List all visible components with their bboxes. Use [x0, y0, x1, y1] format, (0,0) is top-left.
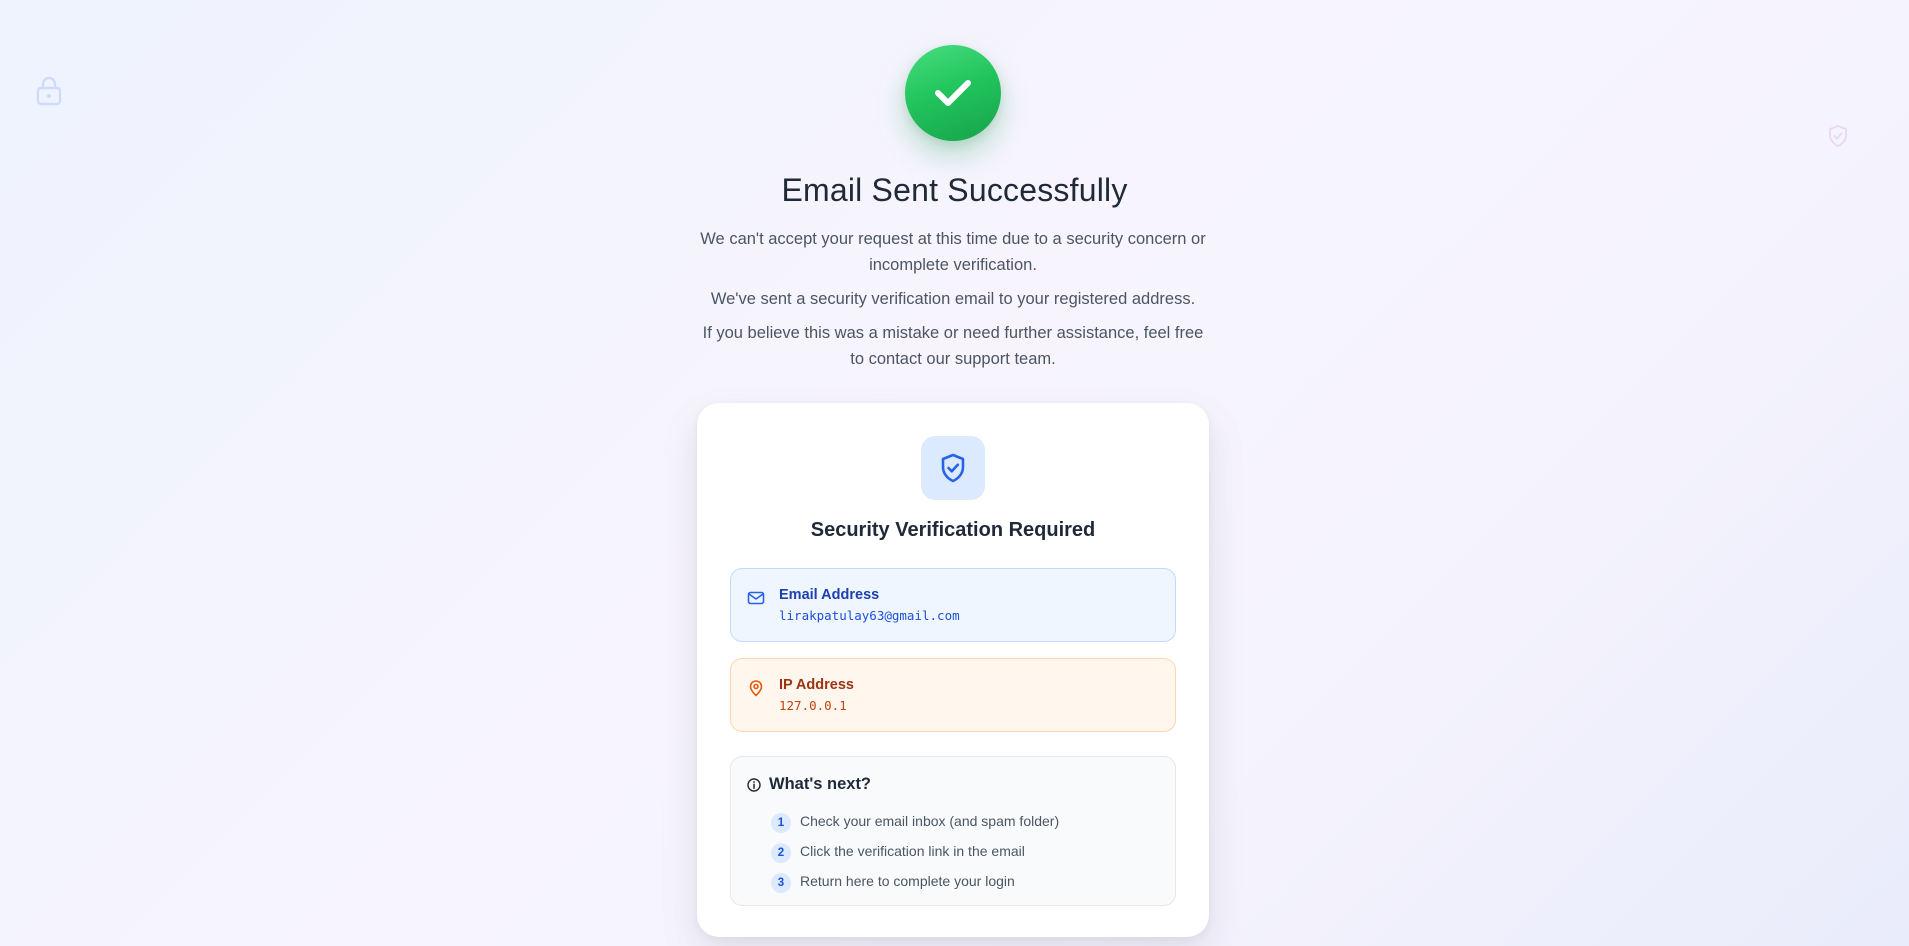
next-steps-title: What's next? [769, 775, 872, 793]
list-item: 1 Check your email inbox (and spam folde… [771, 806, 1059, 836]
mail-icon [747, 591, 765, 605]
next-steps-header: What's next? [747, 775, 871, 794]
email-info-box: Email Address lirakpatulay63@gmail.com [730, 568, 1176, 642]
email-label: Email Address [779, 587, 880, 603]
verification-card: Security Verification Required Email Add… [697, 403, 1209, 937]
check-icon [935, 80, 971, 106]
success-badge [905, 45, 1001, 141]
shield-check-icon [1829, 125, 1847, 147]
ip-info-box: IP Address 127.0.0.1 [730, 658, 1176, 732]
status-message: We can't accept your request at this tim… [700, 230, 1206, 274]
steps-list: 1 Check your email inbox (and spam folde… [771, 806, 1059, 896]
step-text: Check your email inbox (and spam folder) [800, 813, 1060, 829]
step-text: Return here to complete your login [800, 873, 1015, 889]
step-number: 1 [771, 812, 791, 833]
lock-icon [36, 76, 62, 106]
email-value: lirakpatulay63@gmail.com [779, 608, 960, 623]
ip-value: 127.0.0.1 [779, 698, 847, 713]
ip-label: IP Address [779, 677, 854, 693]
shield-check-icon [941, 453, 965, 483]
card-title: Security Verification Required [810, 519, 1096, 541]
page-title: Email Sent Successfully [781, 172, 1128, 208]
step-number: 2 [771, 842, 791, 863]
step-text: Click the verification link in the email [800, 843, 1025, 859]
next-steps-box: What's next? 1 Check your email inbox (a… [730, 756, 1176, 906]
shield-badge [921, 436, 985, 500]
step-number: 3 [771, 872, 791, 893]
support-message: If you believe this was a mistake or nee… [702, 324, 1204, 368]
info-icon [747, 777, 761, 792]
list-item: 3 Return here to complete your login [771, 866, 1059, 896]
email-sent-message: We've sent a security verification email… [710, 290, 1196, 308]
list-item: 2 Click the verification link in the ema… [771, 836, 1059, 866]
map-pin-icon [749, 680, 763, 697]
